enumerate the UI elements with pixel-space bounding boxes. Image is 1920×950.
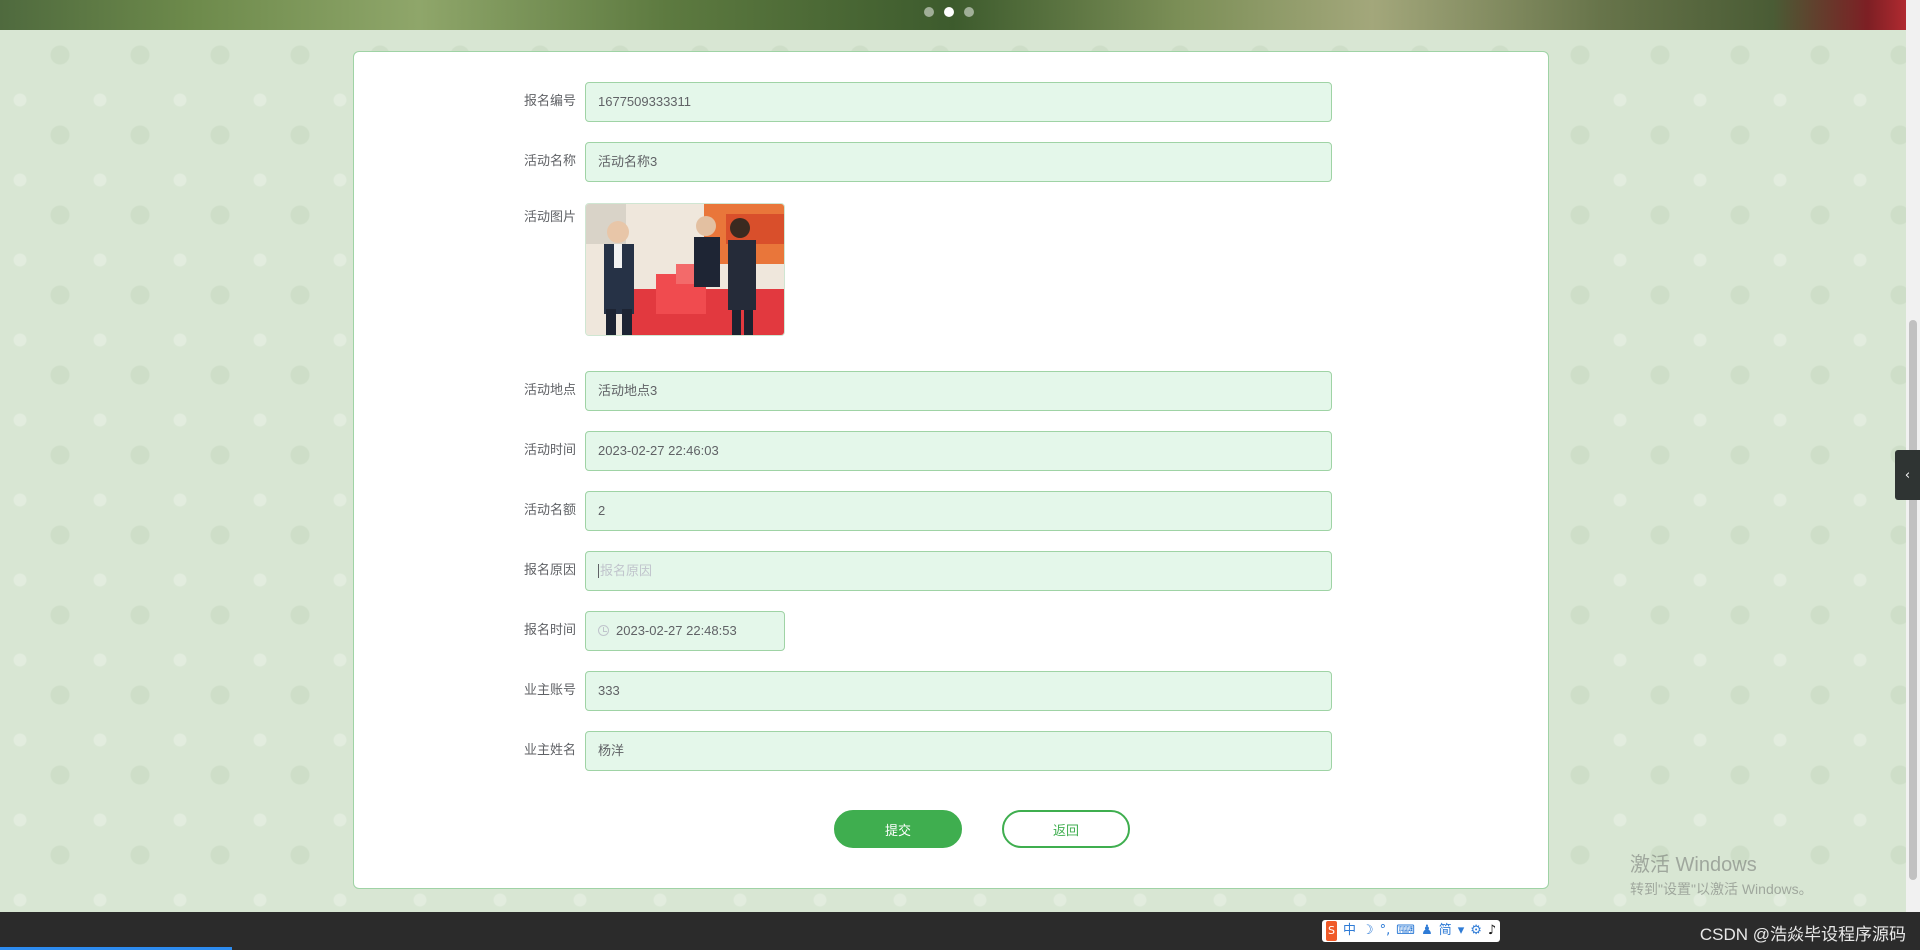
csdn-brand-text: CSDN @浩焱毕设程序源码 (1699, 925, 1906, 944)
scrollbar-thumb[interactable] (1909, 320, 1917, 880)
carousel-dot-2[interactable] (944, 7, 954, 17)
clock-icon (598, 625, 609, 637)
field-label: 业主账号 (523, 683, 576, 698)
field-label: 报名时间 (523, 623, 576, 638)
moon-icon[interactable]: ☽ (1362, 921, 1374, 941)
watermark-line-1: 激活 Windows (1630, 854, 1757, 876)
windows-activation-watermark: 激活 Windows 转到"设置"以激活 Windows。 (1630, 848, 1813, 899)
form-row-signup-reason: 报名原因 报名原因 I (354, 551, 1548, 591)
signup-number-input[interactable]: 1677509333311 (585, 82, 1332, 122)
field-label: 活动名称 (523, 154, 576, 169)
ime-mode-simplified[interactable]: 简 (1439, 921, 1452, 941)
taskbar: S 中 ☽ °, ⌨ ♟ 简 ▾ ⚙ ♪ CSDN @浩焱毕设程序源码 (0, 912, 1920, 950)
field-label: 活动时间 (523, 443, 576, 458)
owner-account-input[interactable]: 333 (585, 671, 1332, 711)
form-row-activity-name: 活动名称 活动名称3 (354, 142, 1548, 182)
tiktok-icon[interactable]: ♪ (1488, 921, 1496, 941)
carousel-dot-3[interactable] (964, 7, 974, 17)
activity-photo (586, 204, 784, 335)
submit-button[interactable]: 提交 (834, 810, 962, 848)
form-row-activity-location: 活动地点 活动地点3 (354, 371, 1548, 411)
signup-time-picker[interactable]: 2023-02-27 22:48:53 (585, 611, 785, 651)
user-icon[interactable]: ♟ (1421, 921, 1433, 941)
field-label: 活动名额 (523, 503, 576, 518)
watermark-line-2: 转到"设置"以激活 Windows。 (1630, 881, 1813, 897)
field-label: 报名原因 (523, 563, 576, 578)
form-row-activity-image: 活动图片 (354, 202, 1548, 242)
keyboard-icon[interactable]: ⌨ (1396, 921, 1415, 941)
skin-icon[interactable]: ▾ (1458, 921, 1465, 941)
activity-name-input[interactable]: 活动名称3 (585, 142, 1332, 182)
activity-time-input[interactable]: 2023-02-27 22:46:03 (585, 431, 1332, 471)
signup-form-card: 报名编号 1677509333311 活动名称 活动名称3 活动图片 活动地点 … (353, 51, 1549, 889)
form-row-owner-account: 业主账号 333 (354, 671, 1548, 711)
chevron-left-icon: ‹ (1904, 467, 1911, 483)
ime-toolbar: S 中 ☽ °, ⌨ ♟ 简 ▾ ⚙ ♪ (1322, 920, 1501, 942)
form-row-signup-number: 报名编号 1677509333311 (354, 82, 1548, 122)
carousel-indicators (924, 7, 974, 17)
top-banner (0, 0, 1906, 30)
form-row-activity-time: 活动时间 2023-02-27 22:46:03 (354, 431, 1548, 471)
carousel-dot-1[interactable] (924, 7, 934, 17)
side-panel-toggle[interactable]: ‹ (1895, 450, 1920, 500)
signup-reason-input[interactable]: 报名原因 I (585, 551, 1332, 591)
field-label: 报名编号 (523, 94, 576, 109)
back-button[interactable]: 返回 (1002, 810, 1130, 848)
activity-location-input[interactable]: 活动地点3 (585, 371, 1332, 411)
ime-mode-chinese[interactable]: 中 (1343, 921, 1356, 941)
activity-quota-input[interactable]: 2 (585, 491, 1332, 531)
text-cursor-icon: I (906, 579, 916, 590)
owner-name-input[interactable]: 杨洋 (585, 731, 1332, 771)
sogou-logo-icon[interactable]: S (1326, 921, 1337, 941)
form-row-activity-quota: 活动名额 2 (354, 491, 1548, 531)
gear-icon[interactable]: ⚙ (1470, 921, 1482, 941)
field-label: 活动图片 (523, 210, 576, 225)
form-row-owner-name: 业主姓名 杨洋 (354, 731, 1548, 771)
signup-time-value: 2023-02-27 22:48:53 (616, 623, 737, 638)
form-row-signup-time: 报名时间 2023-02-27 22:48:53 (354, 611, 1548, 651)
text-caret (598, 563, 599, 578)
activity-image[interactable] (585, 203, 785, 336)
punctuation-icon[interactable]: °, (1380, 921, 1391, 941)
field-label: 活动地点 (523, 383, 576, 398)
field-label: 业主姓名 (523, 743, 576, 758)
signup-reason-placeholder: 报名原因 (600, 563, 653, 578)
